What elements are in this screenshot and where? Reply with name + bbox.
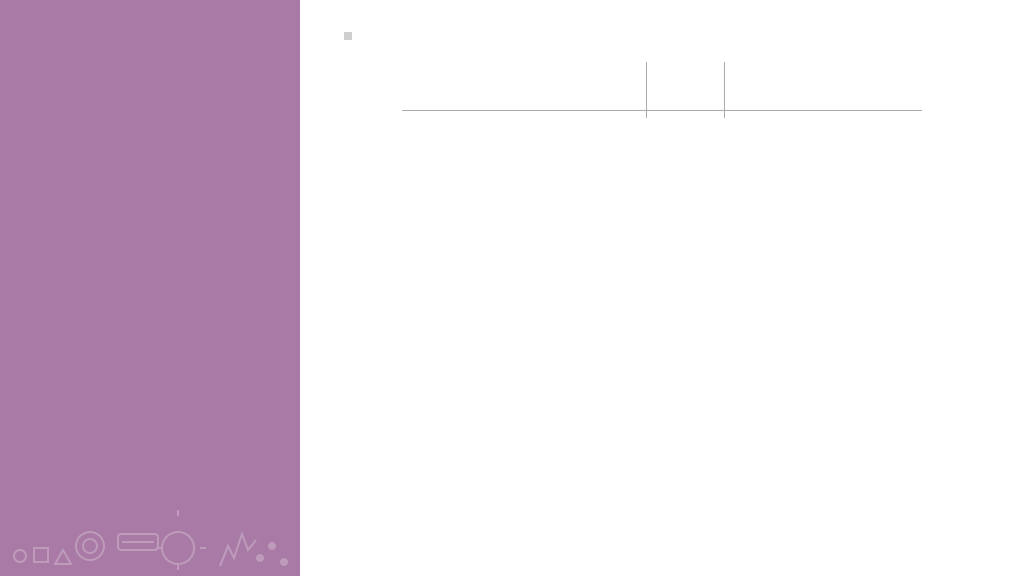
sidebar [0, 0, 300, 576]
sat-diagram [402, 50, 922, 180]
slide [0, 0, 1024, 576]
bullet-icon [344, 32, 352, 40]
sidebar-deco-icon [0, 476, 300, 576]
bullet-item [340, 32, 984, 40]
main-content [300, 0, 1024, 576]
pareto-scatter-chart [590, 258, 990, 558]
